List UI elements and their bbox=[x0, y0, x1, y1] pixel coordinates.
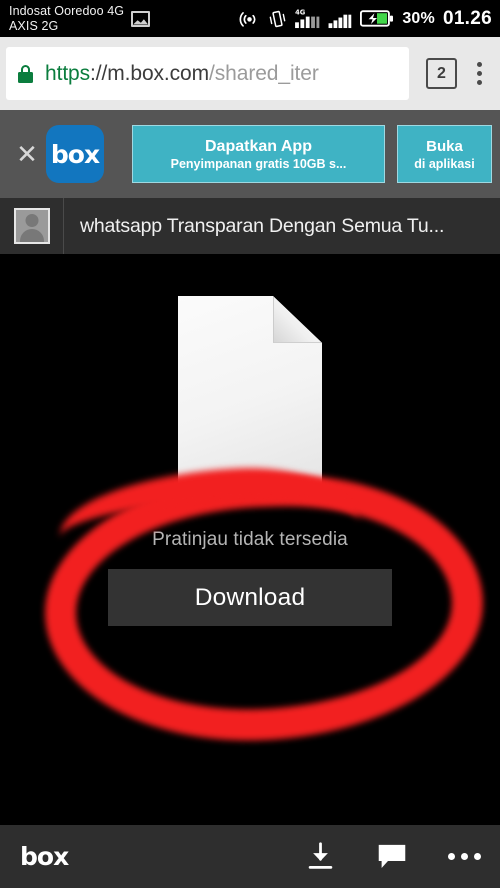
document-placeholder-icon bbox=[178, 296, 322, 491]
hotspot-icon bbox=[239, 12, 256, 27]
comment-toolbar-button[interactable] bbox=[356, 825, 428, 888]
tab-count-label: 2 bbox=[437, 64, 446, 82]
download-icon bbox=[308, 841, 332, 869]
image-notification-icon bbox=[131, 10, 151, 27]
get-app-button[interactable]: Dapatkan App Penyimpanan gratis 10GB s..… bbox=[132, 125, 385, 183]
download-button-label: Download bbox=[194, 583, 306, 611]
status-icons: 4G 30% 01.26 bbox=[239, 8, 492, 30]
more-toolbar-button[interactable] bbox=[428, 825, 500, 888]
app-install-banner: ✕ box Dapatkan App Penyimpanan gratis 10… bbox=[0, 110, 500, 198]
comment-icon bbox=[378, 844, 406, 868]
kebab-menu-icon[interactable] bbox=[468, 62, 494, 85]
get-app-subtitle: Penyimpanan gratis 10GB s... bbox=[170, 156, 347, 171]
url-bar[interactable]: https://m.box.com/shared_iter bbox=[6, 47, 409, 100]
url-text: https://m.box.com/shared_iter bbox=[45, 62, 319, 86]
phone-screen: Indosat Ooredoo 4G AXIS 2G 4G 30% 01.26 … bbox=[0, 0, 500, 888]
carrier-line-1: Indosat Ooredoo 4G bbox=[9, 3, 125, 18]
open-in-app-button[interactable]: Buka di aplikasi bbox=[397, 125, 492, 183]
box-logo-text: box bbox=[50, 139, 100, 169]
more-dots-icon bbox=[447, 853, 481, 860]
url-scheme: https bbox=[45, 61, 91, 85]
url-path: /shared_iter bbox=[209, 61, 319, 85]
carrier-info: Indosat Ooredoo 4G AXIS 2G bbox=[9, 4, 151, 34]
no-preview-message: Pratinjau tidak tersedia bbox=[152, 529, 348, 550]
carrier-line-2: AXIS 2G bbox=[9, 18, 59, 33]
lock-icon bbox=[18, 64, 33, 83]
get-app-title: Dapatkan App bbox=[205, 137, 312, 155]
file-title: whatsapp Transparan Dengan Semua Tu... bbox=[80, 214, 445, 237]
status-bar: Indosat Ooredoo 4G AXIS 2G 4G 30% 01.26 bbox=[0, 0, 500, 37]
status-clock: 01.26 bbox=[442, 7, 492, 29]
signal-bars-icon bbox=[328, 14, 352, 29]
tab-switcher-button[interactable]: 2 bbox=[426, 58, 457, 89]
file-preview-area: Pratinjau tidak tersedia Download bbox=[0, 254, 500, 820]
avatar-container bbox=[0, 198, 64, 254]
svg-text:4G: 4G bbox=[295, 9, 305, 17]
download-toolbar-button[interactable] bbox=[284, 825, 356, 888]
open-in-app-title: Buka bbox=[426, 137, 463, 155]
file-header: whatsapp Transparan Dengan Semua Tu... bbox=[0, 198, 500, 254]
open-in-app-subtitle: di aplikasi bbox=[414, 156, 475, 171]
battery-charging-icon bbox=[360, 10, 394, 27]
close-icon[interactable]: ✕ bbox=[10, 141, 44, 167]
url-host: ://m.box.com bbox=[90, 61, 210, 85]
signal-4g-icon: 4G bbox=[295, 9, 320, 29]
download-button[interactable]: Download bbox=[108, 569, 392, 626]
vibrate-icon bbox=[269, 10, 286, 27]
avatar-placeholder-icon bbox=[13, 208, 50, 244]
box-wordmark: box bbox=[20, 842, 69, 871]
box-app-logo: box bbox=[46, 125, 104, 183]
box-bottom-toolbar: box bbox=[0, 825, 500, 888]
carrier-labels: Indosat Ooredoo 4G AXIS 2G bbox=[9, 4, 124, 34]
battery-percent: 30% bbox=[402, 9, 435, 27]
browser-toolbar: https://m.box.com/shared_iter 2 bbox=[0, 37, 500, 110]
